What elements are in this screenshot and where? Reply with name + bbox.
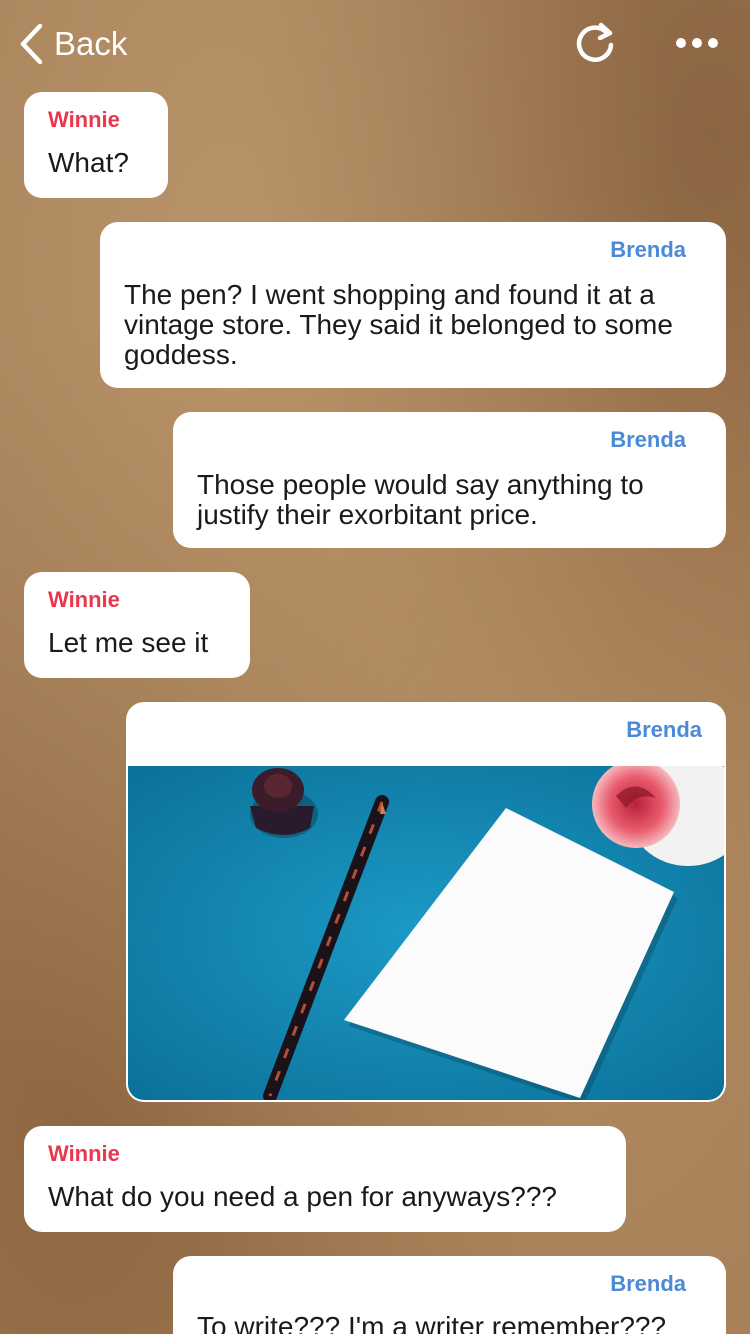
sender-name: Brenda [610,237,686,262]
message-text: Let me see it [48,627,209,658]
sender-name: Brenda [610,427,686,452]
message-text: To write??? I'm a writer remember??? [197,1311,667,1334]
message-bubble-brenda[interactable]: Brenda To write??? I'm a writer remember… [173,1256,726,1334]
top-bar: Back [0,0,750,88]
sender-name: Winnie [48,587,120,612]
message-bubble-winnie[interactable]: Winnie What? [24,92,168,198]
sender-name: Brenda [610,1271,686,1296]
sender-name: Winnie [48,1141,120,1166]
message-bubble-brenda-image[interactable]: Brenda [126,702,726,1102]
message-text: What do you need a pen for anyways??? [48,1181,558,1212]
sender-name: Brenda [626,717,702,742]
message-bubble-winnie[interactable]: Winnie Let me see it [24,572,250,678]
message-text: The pen? I went shopping and found it at… [124,279,673,370]
back-label: Back [54,25,128,62]
message-text: Those people would say anything to justi… [197,469,644,530]
sender-name: Winnie [48,107,120,132]
chevron-left-icon [20,23,43,65]
message-bubble-brenda[interactable]: Brenda Those people would say anything t… [173,412,726,548]
refresh-icon[interactable] [572,20,618,66]
message-text: What? [48,147,129,178]
back-button[interactable]: Back [18,20,127,68]
message-bubble-winnie[interactable]: Winnie What do you need a pen for anyway… [24,1126,626,1232]
more-dots-icon[interactable] [674,30,720,56]
message-bubble-brenda[interactable]: Brenda The pen? I went shopping and foun… [100,222,726,388]
photo-pen-inkwell-paper-rose[interactable] [128,766,724,1100]
